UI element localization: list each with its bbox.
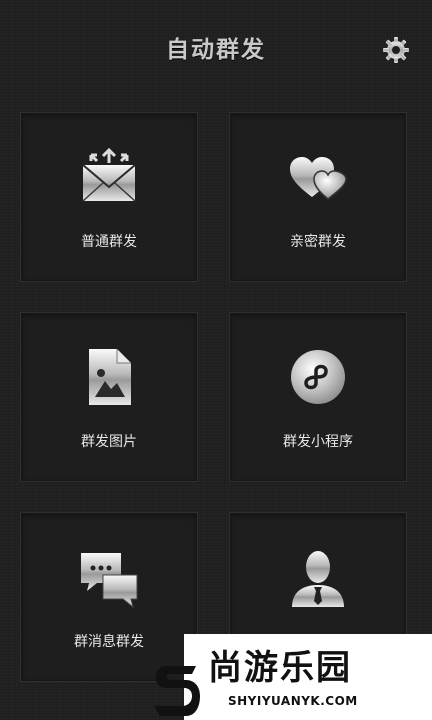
tile-broadcast-mini-program[interactable]: 群发小程序 — [229, 312, 407, 482]
page-title: 自动群发 — [166, 37, 266, 63]
app-header: 自动群发 — [0, 0, 432, 96]
tile-label: 群发小程序 — [283, 434, 353, 450]
watermark-text: 尚游乐园 — [208, 648, 352, 688]
envelope-arrows-icon — [82, 147, 136, 202]
mini-program-icon — [291, 350, 345, 404]
gear-icon[interactable] — [382, 36, 410, 64]
watermark-logo-icon — [154, 666, 200, 716]
tile-intimate-broadcast[interactable]: 亲密群发 — [229, 112, 407, 282]
tile-label: 群消息群发 — [74, 634, 144, 650]
image-file-icon — [89, 349, 131, 405]
tile-label: 群发图片 — [81, 434, 137, 450]
tile-label: 普通群发 — [81, 234, 137, 250]
person-tie-icon — [292, 551, 344, 607]
tile-group-message-broadcast[interactable]: 群消息群发 — [20, 512, 198, 682]
tile-normal-broadcast[interactable]: 普通群发 — [20, 112, 198, 282]
tile-label: 亲密群发 — [290, 234, 346, 250]
watermark-url: SHYIYUANYK.COM — [228, 694, 358, 708]
hearts-icon — [290, 157, 347, 200]
chat-bubbles-icon — [81, 553, 138, 609]
tile-broadcast-image[interactable]: 群发图片 — [20, 312, 198, 482]
